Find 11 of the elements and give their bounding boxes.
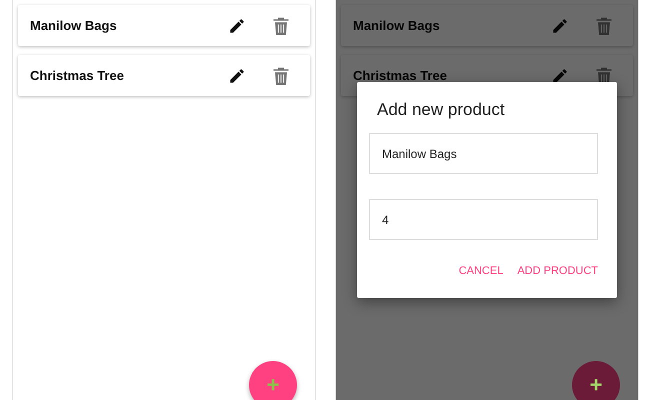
pencil-icon[interactable]: [551, 66, 569, 84]
product-name: Christmas Tree: [30, 68, 124, 83]
product-name: Christmas Tree: [353, 68, 447, 83]
product-name: Manilow Bags: [353, 18, 440, 33]
input-field[interactable]: Manilow Bags: [369, 133, 598, 174]
input-field[interactable]: 4: [369, 199, 598, 240]
product-name: Manilow Bags: [30, 18, 117, 33]
add-button[interactable]: +: [572, 361, 620, 400]
pencil-icon[interactable]: [228, 66, 246, 84]
dialog-title: Add new product: [376, 100, 506, 120]
pencil-icon[interactable]: [228, 16, 246, 34]
